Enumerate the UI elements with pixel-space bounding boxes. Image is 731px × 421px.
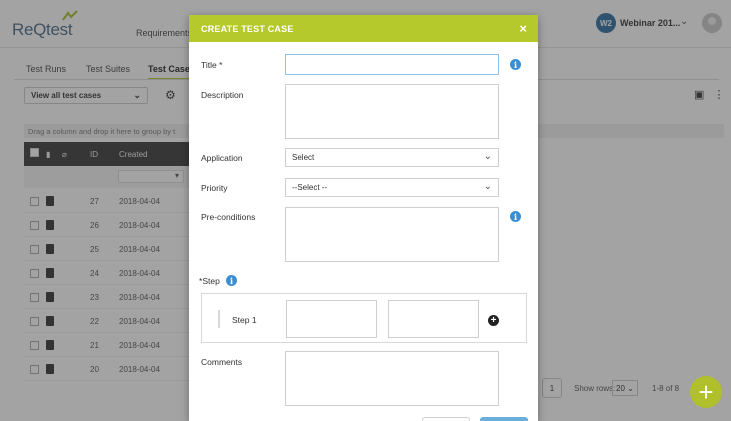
close-icon[interactable]: × bbox=[519, 21, 527, 36]
priority-value: --Select -- bbox=[292, 183, 328, 192]
info-icon[interactable]: i bbox=[510, 211, 521, 222]
chevron-down-icon: ⌄ bbox=[483, 181, 492, 192]
required-marker: * bbox=[219, 60, 223, 70]
step-label-text: Step bbox=[202, 276, 220, 286]
description-input[interactable] bbox=[285, 84, 499, 139]
application-value: Select bbox=[292, 153, 315, 162]
step-label: *Step bbox=[199, 276, 220, 286]
description-label: Description bbox=[201, 90, 244, 100]
info-icon[interactable]: i bbox=[510, 59, 521, 70]
title-input[interactable] bbox=[285, 54, 499, 75]
dialog-title: CREATE TEST CASE bbox=[201, 24, 294, 34]
step-row: Step 1 + bbox=[201, 293, 527, 343]
preconditions-label: Pre-conditions bbox=[201, 212, 256, 222]
chevron-down-icon: ⌄ bbox=[483, 151, 492, 162]
step-1-label: Step 1 bbox=[232, 315, 257, 325]
add-step-icon[interactable]: + bbox=[488, 315, 499, 326]
create-test-case-dialog: CREATE TEST CASE × Title * i Description… bbox=[189, 15, 538, 421]
step-action-input[interactable] bbox=[286, 300, 377, 338]
application-select[interactable]: Select ⌄ bbox=[285, 148, 499, 167]
dialog-header: CREATE TEST CASE × bbox=[189, 15, 538, 42]
preconditions-input[interactable] bbox=[285, 207, 499, 262]
title-label-text: Title bbox=[201, 60, 217, 70]
info-icon[interactable]: i bbox=[226, 275, 237, 286]
application-label: Application bbox=[201, 153, 243, 163]
add-button[interactable]: + bbox=[690, 376, 722, 408]
step-expected-input[interactable] bbox=[388, 300, 479, 338]
comments-input[interactable] bbox=[285, 351, 499, 406]
priority-label: Priority bbox=[201, 183, 228, 193]
comments-label: Comments bbox=[201, 357, 243, 367]
save-button[interactable] bbox=[480, 417, 528, 421]
cancel-button[interactable] bbox=[422, 417, 470, 421]
title-label: Title * bbox=[201, 60, 222, 70]
drag-handle[interactable] bbox=[218, 310, 220, 328]
priority-select[interactable]: --Select -- ⌄ bbox=[285, 178, 499, 197]
